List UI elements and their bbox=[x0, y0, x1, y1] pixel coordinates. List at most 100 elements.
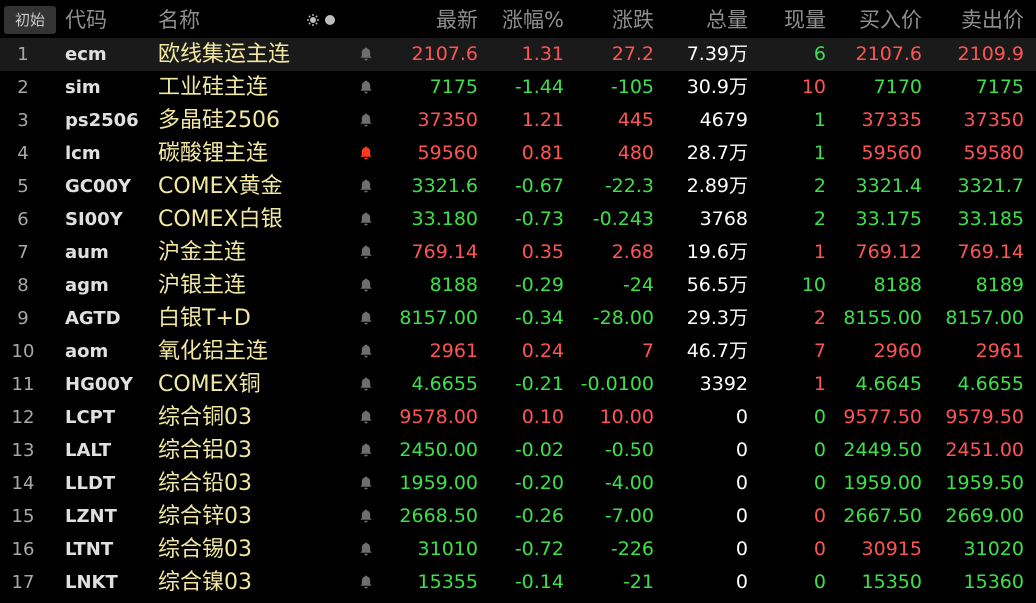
column-header-vol[interactable]: 总量 bbox=[656, 0, 748, 38]
row-ask: 7175 bbox=[975, 76, 1024, 98]
row-last-price: 15355 bbox=[417, 571, 478, 593]
bell-icon[interactable] bbox=[358, 79, 374, 95]
row-bid: 8188 bbox=[873, 274, 922, 296]
table-row[interactable]: 4 lcm 碳酸锂主连 59560 0.81 480 28.7万 1 59560… bbox=[0, 137, 1036, 170]
table-row[interactable]: 10 aom 氧化铝主连 2961 0.24 7 46.7万 7 2960 29… bbox=[0, 335, 1036, 368]
quote-table: 初始 代码 名称 最新 涨幅% 涨跌 总量 现量 买入价 卖出价 1 ecm 欧… bbox=[0, 0, 1036, 603]
table-row[interactable]: 11 HG00Y COMEX铜 4.6655 -0.21 -0.0100 339… bbox=[0, 368, 1036, 401]
table-row[interactable]: 14 LLDT 综合铅03 1959.00 -0.20 -4.00 0 0 19… bbox=[0, 467, 1036, 500]
bell-icon[interactable] bbox=[358, 574, 374, 590]
alert-cell[interactable] bbox=[352, 335, 380, 368]
table-row[interactable]: 5 GC00Y COMEX黄金 3321.6 -0.67 -22.3 2.89万… bbox=[0, 170, 1036, 203]
alert-cell[interactable] bbox=[352, 269, 380, 302]
bell-icon[interactable] bbox=[358, 409, 374, 425]
row-change: -21 bbox=[622, 571, 654, 593]
row-code: ps2506 bbox=[65, 110, 139, 131]
row-last-price: 2450.00 bbox=[399, 439, 478, 461]
row-name: 综合锡03 bbox=[158, 537, 252, 562]
tab-initial[interactable]: 初始 bbox=[4, 6, 56, 34]
alert-cell[interactable] bbox=[352, 71, 380, 104]
column-header-code[interactable]: 代码 bbox=[65, 0, 157, 38]
table-row[interactable]: 13 LALT 综合铝03 2450.00 -0.02 -0.50 0 0 24… bbox=[0, 434, 1036, 467]
bell-icon[interactable] bbox=[358, 211, 374, 227]
row-name: 工业硅主连 bbox=[158, 75, 269, 100]
alert-cell[interactable] bbox=[352, 170, 380, 203]
row-ask: 2451.00 bbox=[945, 439, 1024, 461]
row-change: -7.00 bbox=[604, 505, 654, 527]
alert-cell[interactable] bbox=[352, 434, 380, 467]
bell-icon[interactable] bbox=[358, 145, 374, 161]
alert-cell[interactable] bbox=[352, 368, 380, 401]
column-header-pct[interactable]: 涨幅% bbox=[480, 0, 564, 38]
bell-icon[interactable] bbox=[358, 112, 374, 128]
settings-sun-icon[interactable] bbox=[307, 14, 319, 26]
bell-icon[interactable] bbox=[358, 442, 374, 458]
table-row[interactable]: 7 aum 沪金主连 769.14 0.35 2.68 19.6万 1 769.… bbox=[0, 236, 1036, 269]
table-row[interactable]: 9 AGTD 白银T+D 8157.00 -0.34 -28.00 29.3万 … bbox=[0, 302, 1036, 335]
bell-icon[interactable] bbox=[358, 178, 374, 194]
row-name: 综合锌03 bbox=[158, 504, 252, 529]
alert-cell[interactable] bbox=[352, 302, 380, 335]
row-current-volume: 0 bbox=[813, 505, 826, 527]
bell-icon[interactable] bbox=[358, 310, 374, 326]
table-row[interactable]: 1 ecm 欧线集运主连 2107.6 1.31 27.2 7.39万 6 21… bbox=[0, 38, 1036, 71]
table-row[interactable]: 12 LCPT 综合铜03 9578.00 0.10 10.00 0 0 957… bbox=[0, 401, 1036, 434]
table-row[interactable]: 16 LTNT 综合锡03 31010 -0.72 -226 0 0 30915… bbox=[0, 533, 1036, 566]
row-name: COMEX黄金 bbox=[158, 174, 283, 199]
row-name: 多晶硅2506 bbox=[158, 108, 280, 133]
alert-cell[interactable] bbox=[352, 236, 380, 269]
row-index: 1 bbox=[17, 44, 29, 65]
alert-cell[interactable] bbox=[352, 500, 380, 533]
row-index: 10 bbox=[11, 341, 35, 362]
bell-icon[interactable] bbox=[358, 46, 374, 62]
row-ask: 33.185 bbox=[957, 208, 1024, 230]
alert-cell[interactable] bbox=[352, 203, 380, 236]
alert-cell[interactable] bbox=[352, 137, 380, 170]
bell-icon[interactable] bbox=[358, 475, 374, 491]
row-change: 2.68 bbox=[611, 241, 654, 263]
column-header-bid[interactable]: 买入价 bbox=[828, 0, 922, 38]
row-ask: 8157.00 bbox=[945, 307, 1024, 329]
column-header-last[interactable]: 最新 bbox=[380, 0, 478, 38]
row-index: 8 bbox=[17, 275, 29, 296]
alert-cell[interactable] bbox=[352, 533, 380, 566]
dot-icon[interactable] bbox=[325, 15, 335, 25]
table-row[interactable]: 15 LZNT 综合锌03 2668.50 -0.26 -7.00 0 0 26… bbox=[0, 500, 1036, 533]
row-last-price: 2107.6 bbox=[411, 43, 478, 65]
row-name: 沪金主连 bbox=[158, 240, 247, 265]
row-ask: 8189 bbox=[975, 274, 1024, 296]
row-change-pct: 0.24 bbox=[521, 340, 564, 362]
bell-icon[interactable] bbox=[358, 277, 374, 293]
row-current-volume: 1 bbox=[813, 373, 826, 395]
row-change-pct: -0.21 bbox=[514, 373, 564, 395]
alert-cell[interactable] bbox=[352, 467, 380, 500]
alert-cell[interactable] bbox=[352, 104, 380, 137]
bell-icon[interactable] bbox=[358, 376, 374, 392]
bell-icon[interactable] bbox=[358, 541, 374, 557]
row-bid: 1959.00 bbox=[843, 472, 922, 494]
row-bid: 33.175 bbox=[855, 208, 922, 230]
bell-icon[interactable] bbox=[358, 343, 374, 359]
table-row[interactable]: 8 agm 沪银主连 8188 -0.29 -24 56.5万 10 8188 … bbox=[0, 269, 1036, 302]
table-row[interactable]: 17 LNKT 综合镍03 15355 -0.14 -21 0 0 15350 … bbox=[0, 566, 1036, 599]
table-row[interactable]: 6 SI00Y COMEX白银 33.180 -0.73 -0.243 3768… bbox=[0, 203, 1036, 236]
row-change-pct: -0.34 bbox=[514, 307, 564, 329]
row-current-volume: 10 bbox=[801, 274, 826, 296]
alert-cell[interactable] bbox=[352, 401, 380, 434]
table-row[interactable]: 2 sim 工业硅主连 7175 -1.44 -105 30.9万 10 717… bbox=[0, 71, 1036, 104]
column-header-ask[interactable]: 卖出价 bbox=[924, 0, 1024, 38]
row-last-price: 37350 bbox=[417, 109, 478, 131]
alert-cell[interactable] bbox=[352, 38, 380, 71]
bell-icon[interactable] bbox=[358, 244, 374, 260]
row-ask: 769.14 bbox=[957, 241, 1024, 263]
header-icons bbox=[305, 0, 345, 38]
row-code: LALT bbox=[65, 440, 112, 461]
column-header-cur[interactable]: 现量 bbox=[750, 0, 826, 38]
row-index: 5 bbox=[17, 176, 29, 197]
alert-cell[interactable] bbox=[352, 566, 380, 599]
table-row[interactable]: 3 ps2506 多晶硅2506 37350 1.21 445 4679 1 3… bbox=[0, 104, 1036, 137]
table-header: 初始 代码 名称 最新 涨幅% 涨跌 总量 现量 买入价 卖出价 bbox=[0, 0, 1036, 38]
bell-icon[interactable] bbox=[358, 508, 374, 524]
column-header-chg[interactable]: 涨跌 bbox=[566, 0, 654, 38]
row-last-price: 8188 bbox=[429, 274, 478, 296]
